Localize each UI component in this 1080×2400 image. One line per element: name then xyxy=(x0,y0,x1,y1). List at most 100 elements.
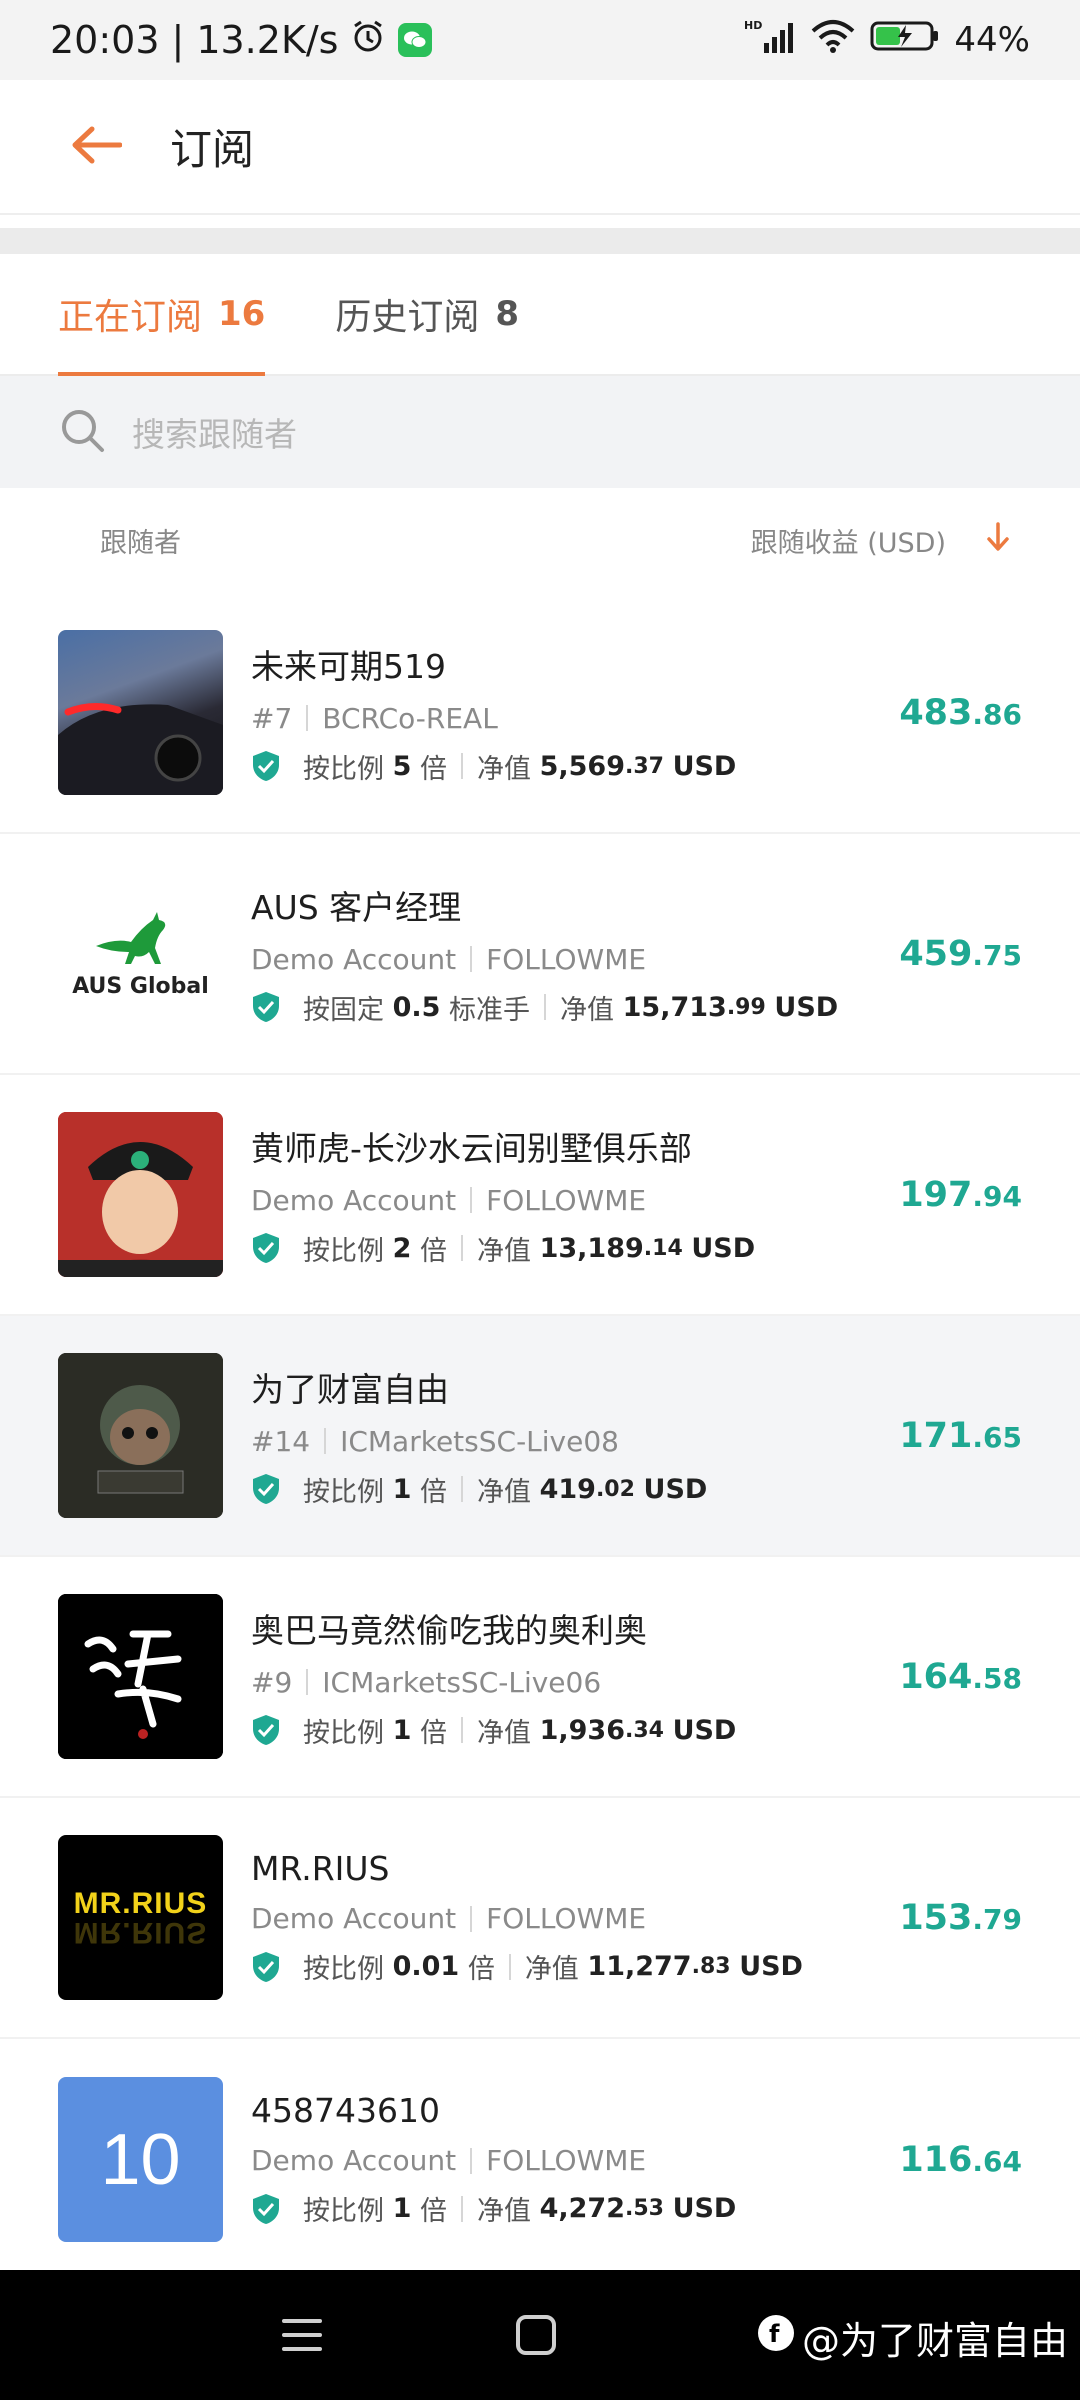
list-item[interactable]: 未来可期519 #7 BCRCo-REAL 按比例 5 倍 净值 5,569.37… xyxy=(0,593,1080,834)
column-profit: 跟随收益 (USD) xyxy=(750,528,946,559)
list-item[interactable]: 为了财富自由 #14 ICMarketsSC-Live08 按比例 1 倍 净值 … xyxy=(0,1316,1080,1557)
copy-mode-value: 1 xyxy=(392,1714,412,1746)
copy-mode: 按比例 xyxy=(303,1954,384,1985)
server-name: FOLLOWME xyxy=(486,2144,647,2177)
profit-value: 171.65 xyxy=(842,1416,1022,1456)
account-id: Demo Account xyxy=(251,1183,457,1217)
equity-value: 1,936 xyxy=(539,1714,625,1746)
currency: USD xyxy=(691,1232,756,1264)
currency: USD xyxy=(643,1473,708,1505)
server-name: FOLLOWME xyxy=(486,1902,647,1935)
kangaroo-logo-icon xyxy=(95,912,165,964)
equity-value: 4,272 xyxy=(539,2193,625,2224)
equity-decimal: .99 xyxy=(726,994,766,1020)
equity-value: 15,713 xyxy=(622,991,727,1023)
avatar: MR.RIUS MR.RIUS xyxy=(58,1835,223,2000)
list-item[interactable]: 10 458743610 Demo Account FOLLOWME 按比例 1 … xyxy=(0,2039,1080,2280)
equity-decimal: .53 xyxy=(624,2196,664,2221)
follower-name: 未来可期519 xyxy=(251,646,446,686)
follower-name: MR.RIUS xyxy=(251,1849,390,1888)
shield-check-icon xyxy=(251,1473,281,1505)
battery-icon xyxy=(870,19,940,62)
profit-decimal: .75 xyxy=(972,938,1022,972)
follower-name: 黄师虎-长沙水云间别墅俱乐部 xyxy=(251,1128,692,1168)
currency: USD xyxy=(672,1714,737,1746)
copy-mode-unit: 倍 xyxy=(419,753,447,785)
shield-check-icon xyxy=(251,991,281,1023)
tab-count: 16 xyxy=(218,294,266,334)
profit-int: 171 xyxy=(899,1415,973,1456)
equity-value: 13,189 xyxy=(539,1232,644,1264)
status-time: 20:03 xyxy=(50,18,160,62)
profit-decimal: .65 xyxy=(972,1420,1022,1454)
follower-name: 奥巴马竟然偷吃我的奥利奥 xyxy=(251,1610,647,1650)
copy-mode-unit: 标准手 xyxy=(449,994,531,1026)
list-item[interactable]: 黄师虎-长沙水云间别墅俱乐部 Demo Account FOLLOWME 按比例 … xyxy=(0,1075,1080,1316)
copy-mode-unit: 倍 xyxy=(419,1717,447,1749)
battery-percent: 44% xyxy=(954,20,1030,60)
menu-icon[interactable] xyxy=(280,2315,324,2359)
avatar xyxy=(58,1353,223,1518)
tab-current-subscriptions[interactable]: 正在订阅 16 xyxy=(58,253,266,377)
wechat-icon xyxy=(398,23,433,57)
list-item[interactable]: AUS Global AUS 客户经理 Demo Account FOLLOWME… xyxy=(0,834,1080,1075)
copy-mode: 按比例 xyxy=(303,753,384,785)
column-follower: 跟随者 xyxy=(100,528,181,559)
profit-decimal: .94 xyxy=(972,1179,1022,1213)
profit-decimal: .64 xyxy=(972,2144,1022,2178)
shield-check-icon xyxy=(251,1951,281,1983)
equity-label: 净值 xyxy=(476,753,531,785)
copy-mode-unit: 倍 xyxy=(419,1235,447,1267)
profit-int: 116 xyxy=(899,2139,973,2180)
back-arrow-icon xyxy=(70,125,123,169)
sort-down-icon xyxy=(986,522,1010,559)
profit-value: 164.58 xyxy=(842,1657,1022,1697)
status-speed: 13.2K/s xyxy=(196,18,339,62)
shield-check-icon xyxy=(251,1714,281,1746)
signal-icon: HD xyxy=(744,19,796,62)
follower-name: 为了财富自由 xyxy=(251,1369,449,1409)
svg-text:HD: HD xyxy=(744,19,762,32)
avatar-reflection: MR.RIUS xyxy=(73,1915,208,1949)
home-icon[interactable] xyxy=(514,2315,558,2359)
profit-int: 197 xyxy=(899,1174,973,1215)
profit-decimal: .79 xyxy=(972,1902,1022,1936)
follower-name: AUS 客户经理 xyxy=(251,887,462,927)
search-bar[interactable]: 搜索跟随者 xyxy=(0,376,1080,488)
account-id: Demo Account xyxy=(251,1902,457,1935)
sort-profit[interactable]: 跟随收益 (USD) xyxy=(751,521,1010,560)
tab-history-subscriptions[interactable]: 历史订阅 8 xyxy=(335,253,519,375)
avatar xyxy=(58,630,223,795)
tab-bar: 正在订阅 16 历史订阅 8 xyxy=(0,253,1080,377)
equity-label: 净值 xyxy=(476,1235,531,1267)
avatar xyxy=(58,1594,223,1759)
account-id: #9 xyxy=(251,1665,293,1699)
profit-int: 483 xyxy=(899,692,973,733)
copy-mode-unit: 倍 xyxy=(419,2196,447,2227)
tab-label: 正在订阅 xyxy=(58,297,203,338)
profit-value: 153.79 xyxy=(842,1898,1022,1938)
currency: USD xyxy=(774,991,839,1023)
wifi-icon xyxy=(810,19,856,62)
server-name: BCRCo-REAL xyxy=(322,701,498,735)
search-icon xyxy=(58,406,106,458)
equity-label: 净值 xyxy=(476,1476,531,1508)
list-item[interactable]: MR.RIUS MR.RIUS MR.RIUS Demo Account FOLL… xyxy=(0,1798,1080,2039)
copy-mode: 按比例 xyxy=(303,2196,384,2227)
equity-label: 净值 xyxy=(476,1717,531,1749)
currency: USD xyxy=(672,750,737,782)
avatar xyxy=(58,1112,223,1277)
status-bar: 20:03 | 13.2K/s HD 44% xyxy=(0,0,1080,80)
avatar-text: AUS Global xyxy=(72,974,209,999)
profit-value: 116.64 xyxy=(842,2140,1022,2180)
avatar: 10 xyxy=(58,2077,223,2242)
profit-int: 164 xyxy=(899,1656,973,1697)
account-id: #7 xyxy=(251,701,293,735)
search-input[interactable]: 搜索跟随者 xyxy=(132,408,297,456)
copy-mode: 按固定 xyxy=(303,994,384,1026)
account-id: Demo Account xyxy=(251,2144,457,2177)
copy-mode-value: 0.01 xyxy=(392,1951,460,1982)
profit-decimal: .86 xyxy=(972,697,1022,731)
server-name: ICMarketsSC-Live06 xyxy=(322,1665,602,1699)
list-item[interactable]: 奥巴马竟然偷吃我的奥利奥 #9 ICMarketsSC-Live06 按比例 1 … xyxy=(0,1557,1080,1798)
